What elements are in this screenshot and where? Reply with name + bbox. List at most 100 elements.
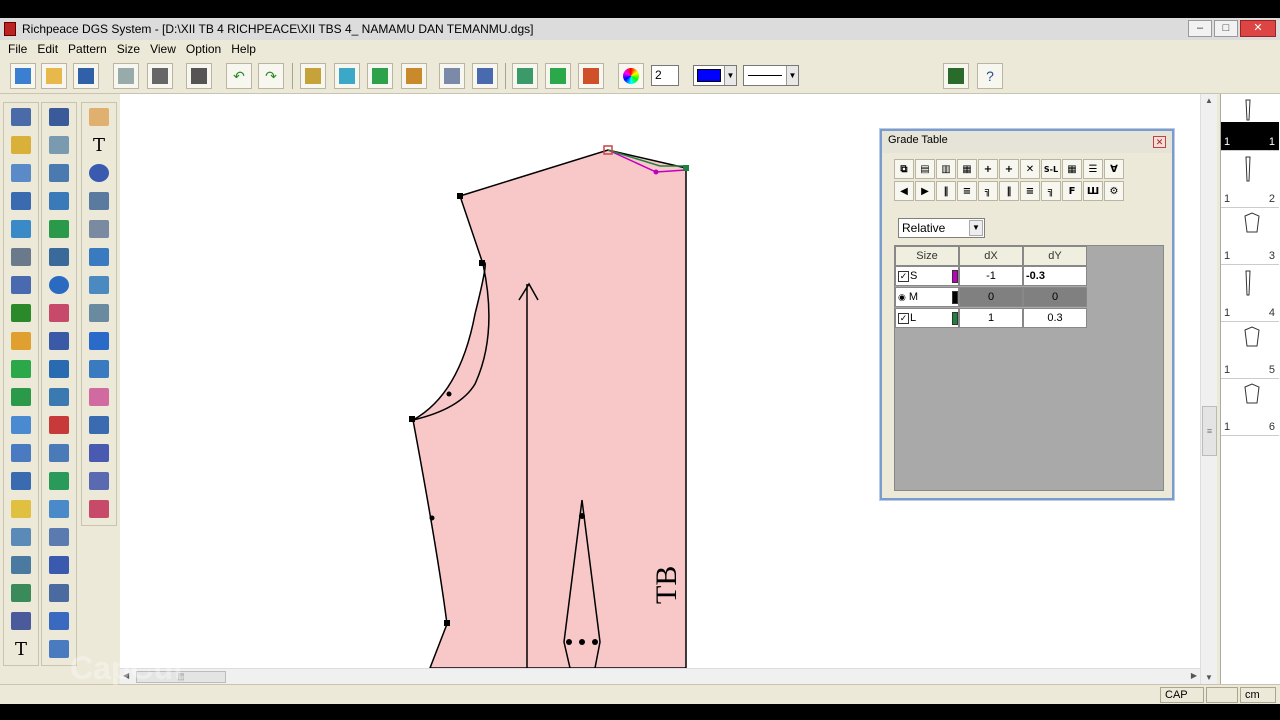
menu-help[interactable]: Help — [226, 42, 261, 56]
dx-cell-s[interactable]: -1 — [959, 266, 1023, 286]
menu-file[interactable]: File — [3, 42, 32, 56]
paste-x-icon[interactable]: ▥ — [936, 159, 956, 179]
rainbow-icon[interactable] — [84, 385, 114, 409]
walk-icon[interactable] — [84, 413, 114, 437]
flip-x-icon[interactable]: + — [978, 159, 998, 179]
maximize-button[interactable]: □ — [1214, 20, 1238, 37]
grid-view-icon[interactable] — [334, 63, 360, 89]
paste-grade-icon[interactable]: ▤ — [915, 159, 935, 179]
paste-y-icon[interactable]: ▦ — [957, 159, 977, 179]
table-icon[interactable]: ▦ — [1062, 159, 1082, 179]
piece-item[interactable]: 1 1 — [1221, 94, 1279, 151]
intersect-icon[interactable] — [6, 217, 36, 241]
sleeve-icon[interactable] — [44, 189, 74, 213]
text-a-icon[interactable] — [6, 273, 36, 297]
flip-icon[interactable] — [44, 385, 74, 409]
split-piece-icon[interactable] — [84, 273, 114, 297]
line-style-dropdown[interactable]: ▼ — [743, 65, 799, 86]
curve-adjust-icon[interactable] — [84, 301, 114, 325]
fold-icon[interactable] — [6, 385, 36, 409]
flip-y-icon[interactable]: + — [999, 159, 1019, 179]
tank-icon[interactable] — [44, 581, 74, 605]
horizontal-scrollbar[interactable]: ◀ ||| ▶ — [120, 668, 1200, 684]
size-row-l[interactable]: ✓ L — [895, 308, 959, 328]
menu-option[interactable]: Option — [181, 42, 226, 56]
size-grade-icon[interactable]: Ш — [1083, 181, 1103, 201]
line-point-icon[interactable] — [84, 217, 114, 241]
close-button[interactable]: ✕ — [1240, 20, 1276, 37]
trace-icon[interactable] — [84, 469, 114, 493]
corner-grade-2-icon[interactable]: ╗ — [1041, 181, 1061, 201]
rect-piece-icon[interactable] — [44, 497, 74, 521]
dart-tool-icon[interactable] — [44, 217, 74, 241]
grade-mode-select[interactable]: Relative ▼ — [898, 218, 985, 238]
machine-icon[interactable] — [44, 357, 74, 381]
rotate-tool-icon[interactable] — [84, 245, 114, 269]
measure-icon[interactable] — [44, 245, 74, 269]
dy-cell-m[interactable]: 0 — [1023, 287, 1087, 307]
arc-icon[interactable] — [84, 189, 114, 213]
hand-pan-icon[interactable] — [84, 105, 114, 129]
align-vertical-icon[interactable]: ‖ — [936, 181, 956, 201]
stitch-icon[interactable] — [6, 581, 36, 605]
text-t-icon[interactable]: T — [6, 637, 36, 661]
color-dropdown[interactable]: ▼ — [693, 65, 737, 86]
mountain-icon[interactable] — [6, 441, 36, 465]
shirt-icon[interactable] — [44, 441, 74, 465]
link-icon[interactable] — [6, 245, 36, 269]
eraser-icon[interactable] — [113, 63, 139, 89]
chalk-icon[interactable] — [6, 329, 36, 353]
rectangle-icon[interactable] — [6, 161, 36, 185]
report-icon[interactable] — [44, 609, 74, 633]
button-icon[interactable] — [44, 273, 74, 297]
flip-xy-icon[interactable]: ✕ — [1020, 159, 1040, 179]
redo-icon[interactable]: ↷ — [258, 63, 284, 89]
size-row-m[interactable]: ◉ M — [895, 287, 959, 307]
pleat-icon[interactable] — [84, 329, 114, 353]
zoom-icon[interactable] — [84, 161, 114, 185]
check-v-icon[interactable]: ∀ — [1104, 159, 1124, 179]
frame-icon[interactable] — [84, 497, 114, 521]
checkbox-s[interactable]: ✓ — [898, 270, 909, 282]
bottle-icon[interactable] — [44, 553, 74, 577]
close-icon[interactable]: ✕ — [1153, 136, 1166, 148]
split-icon[interactable] — [44, 413, 74, 437]
copy-grade-icon[interactable]: ⧉ — [894, 159, 914, 179]
save-icon[interactable] — [73, 63, 99, 89]
align-horizontal-icon[interactable]: ≡ — [957, 181, 977, 201]
menu-view[interactable]: View — [145, 42, 181, 56]
dy-cell-l[interactable]: 0.3 — [1023, 308, 1087, 328]
checkbox-l[interactable]: ✓ — [898, 312, 909, 324]
plotter-icon[interactable] — [186, 63, 212, 89]
next-point-icon[interactable]: ▶ — [915, 181, 935, 201]
piece-item[interactable]: 1 6 — [1221, 379, 1279, 436]
scissors-icon[interactable] — [6, 301, 36, 325]
select-box-icon[interactable] — [44, 105, 74, 129]
new-file-icon[interactable] — [10, 63, 36, 89]
equal-y-icon[interactable]: ≡ — [1020, 181, 1040, 201]
pocket-icon[interactable] — [44, 133, 74, 157]
list-icon[interactable]: ☰ — [1083, 159, 1103, 179]
camera-icon[interactable] — [147, 63, 173, 89]
select-arrow-icon[interactable] — [6, 105, 36, 129]
grade-settings-icon[interactable]: ⚙ — [1104, 181, 1124, 201]
text-tool-icon[interactable]: T — [84, 133, 114, 157]
corner-grade-icon[interactable]: ╗ — [978, 181, 998, 201]
pencil-icon[interactable] — [6, 133, 36, 157]
dash-rect-icon[interactable] — [44, 161, 74, 185]
ruler-icon[interactable] — [300, 63, 326, 89]
piece-item[interactable]: 1 5 — [1221, 322, 1279, 379]
menu-pattern[interactable]: Pattern — [63, 42, 112, 56]
fabric-icon[interactable] — [44, 301, 74, 325]
lock-icon[interactable] — [401, 63, 427, 89]
grade-curve-icon[interactable] — [545, 63, 571, 89]
grade-points-icon[interactable] — [512, 63, 538, 89]
cut-line-icon[interactable] — [6, 553, 36, 577]
dy-cell-s[interactable]: -0.3 — [1023, 266, 1087, 286]
size-row-s[interactable]: ✓ S — [895, 266, 959, 286]
prev-point-icon[interactable]: ◀ — [894, 181, 914, 201]
piece-shape-icon[interactable] — [367, 63, 393, 89]
paste-piece-icon[interactable] — [44, 525, 74, 549]
grade-stack-icon[interactable] — [578, 63, 604, 89]
step-input[interactable]: 2 — [651, 65, 679, 86]
